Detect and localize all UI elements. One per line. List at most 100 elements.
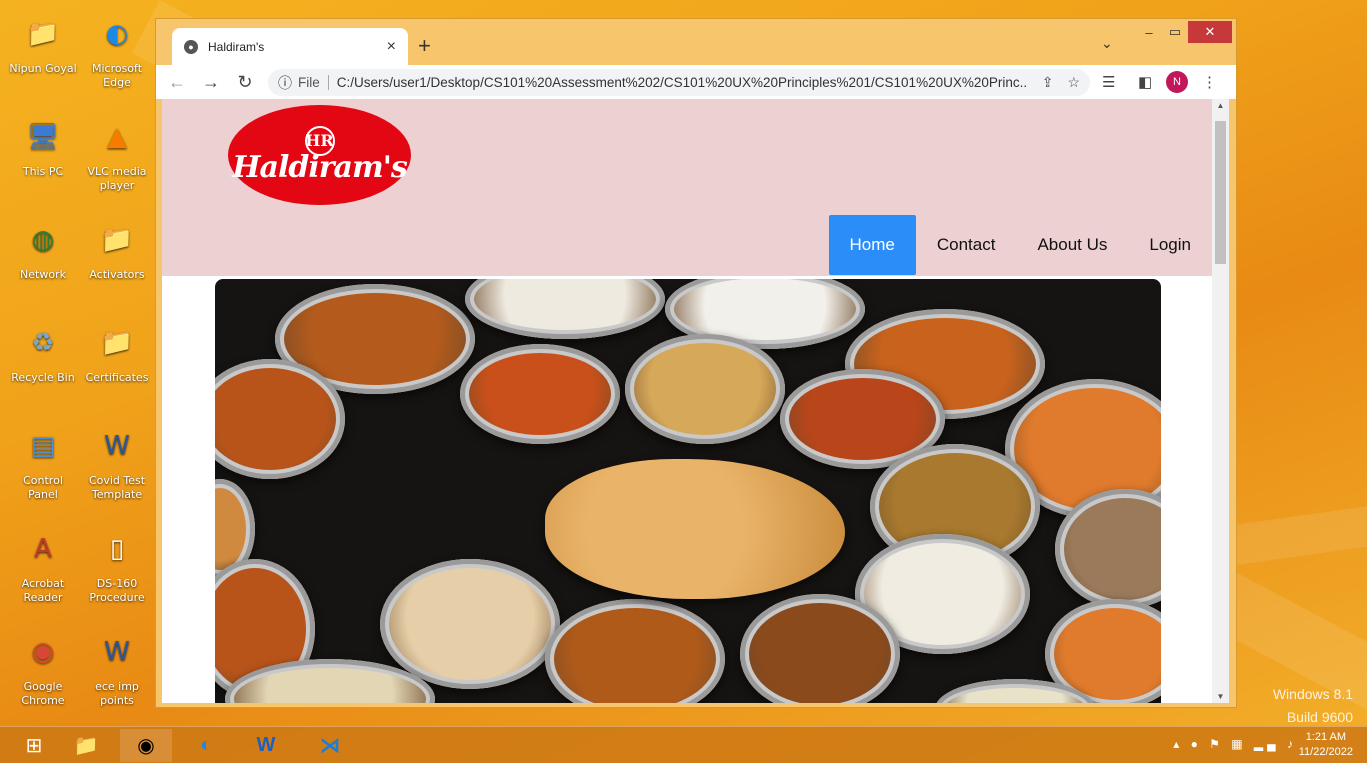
share-icon[interactable]: ⇪	[1042, 74, 1054, 91]
user-folder-icon: 📁	[26, 19, 60, 49]
scrollbar-thumb[interactable]	[1215, 121, 1226, 264]
desktop-icon[interactable]: ◐ Microsoft Edge	[82, 10, 152, 90]
browser-window: ● Haldiram's × + ⌄ – ▭ ✕ ← → ↻ ⓘ File C:…	[155, 18, 1237, 708]
food-bowl	[625, 334, 785, 444]
desktop-icon[interactable]: ▤ Control Panel	[8, 422, 78, 502]
word-doc-icon: W	[104, 637, 130, 667]
chrome-icon: ◉	[31, 637, 55, 667]
page-viewport: HR Haldiram's Home Contact About Us Login	[162, 99, 1212, 703]
browser-tab[interactable]: ● Haldiram's ×	[172, 28, 408, 65]
edge-taskbar-icon[interactable]: ◐	[180, 729, 232, 762]
close-window-button[interactable]: ✕	[1188, 21, 1232, 43]
desktop-icon[interactable]: 📁 Certificates	[82, 319, 152, 385]
desktop-icon-label: Acrobat Reader	[21, 577, 65, 604]
site-nav: Home Contact About Us Login	[828, 215, 1213, 275]
vertical-scrollbar[interactable]: ▲ ▼	[1212, 99, 1229, 703]
tab-search-chevron-icon[interactable]: ⌄	[1101, 35, 1113, 52]
file-explorer-icon[interactable]: 📁	[60, 729, 112, 762]
clock-date: 11/22/2022	[1298, 746, 1353, 758]
desktop-icon[interactable]: 🖥 This PC	[8, 113, 78, 179]
nav-link-home[interactable]: Home	[828, 215, 916, 275]
desktop-icon-label: Recycle Bin	[11, 371, 75, 384]
word-taskbar-icon[interactable]: W	[240, 729, 292, 762]
minimize-button[interactable]: –	[1136, 21, 1162, 43]
desktop-icon-label: Nipun Goyal	[9, 62, 77, 75]
logo-text: Haldiram's	[232, 149, 408, 185]
desktop-icon[interactable]: 📁 Activators	[82, 216, 152, 282]
haldirams-logo[interactable]: HR Haldiram's	[228, 105, 411, 205]
recycle-bin-icon: ♻	[31, 328, 55, 358]
nav-link-contact[interactable]: Contact	[916, 215, 1017, 275]
desktop-icon-label: Covid Test Template	[88, 474, 146, 501]
desktop-icon-label: VLC media player	[87, 165, 147, 192]
clock-time: 1:21 AM	[1305, 731, 1347, 743]
star-icon[interactable]: ☆	[1067, 74, 1080, 91]
reading-list-icon[interactable]: ☰	[1102, 65, 1115, 99]
info-icon[interactable]: ⓘ	[278, 73, 292, 93]
windows-watermark-line1: Windows 8.1	[1272, 686, 1353, 702]
folder-icon: 📁	[100, 328, 134, 358]
taskbar: ⊞ 📁 ◉ ◐ W ⋊ ▴ ● ⚑ ▦ ▂▄ ♪ 1:21 AM 11/22/2…	[0, 726, 1367, 763]
tab-title: Haldiram's	[208, 39, 265, 54]
scroll-up-icon[interactable]: ▲	[1212, 101, 1229, 110]
desktop-icon-label: DS-160 Procedure	[89, 577, 145, 604]
address-url[interactable]: C:/Users/user1/Desktop/CS101%20Assessmen…	[337, 75, 1028, 90]
address-bar[interactable]: ⓘ File C:/Users/user1/Desktop/CS101%20As…	[268, 69, 1090, 96]
desktop-icon[interactable]: ▲ VLC media player	[82, 113, 152, 193]
site-header: HR Haldiram's Home Contact About Us Login	[162, 99, 1212, 276]
folder-icon: 📁	[100, 225, 134, 255]
browser-toolbar: ← → ↻ ⓘ File C:/Users/user1/Desktop/CS10…	[156, 65, 1236, 99]
network-icon: ◍	[31, 225, 55, 255]
maximize-button[interactable]: ▭	[1162, 21, 1188, 43]
profile-avatar[interactable]: N	[1166, 71, 1188, 93]
taskbar-clock[interactable]: 1:21 AM 11/22/2022	[1299, 730, 1353, 760]
desktop-icon-label: Control Panel	[23, 474, 63, 501]
tab-close-icon[interactable]: ×	[387, 38, 396, 56]
globe-icon: ●	[184, 39, 198, 54]
side-panel-icon[interactable]: ◧	[1138, 65, 1152, 99]
paratha	[545, 459, 845, 599]
control-panel-icon: ▤	[30, 431, 56, 461]
desktop-icon-label: ece imp points	[95, 680, 139, 707]
new-tab-button[interactable]: +	[418, 33, 431, 59]
reload-icon[interactable]: ↻	[232, 72, 258, 93]
food-bowl	[380, 559, 560, 689]
food-bowl	[545, 599, 725, 703]
desktop-icon-label: Certificates	[85, 371, 149, 384]
desktop-icon-label: This PC	[22, 165, 64, 178]
desktop-icon[interactable]: ♻ Recycle Bin	[8, 319, 78, 385]
menu-kebab-icon[interactable]: ⋮	[1202, 65, 1217, 99]
back-arrow-icon[interactable]: ←	[164, 72, 190, 93]
windows-watermark-line2: Build 9600	[1286, 709, 1353, 725]
computer-icon: 🖥	[26, 122, 60, 152]
tab-bar: ● Haldiram's × + ⌄ – ▭ ✕	[156, 19, 1236, 65]
nav-link-login[interactable]: Login	[1128, 215, 1212, 275]
desktop-icon[interactable]: ▯ DS-160 Procedure	[82, 525, 152, 605]
scroll-down-icon[interactable]: ▼	[1212, 692, 1229, 701]
vscode-taskbar-icon[interactable]: ⋊	[304, 729, 356, 762]
desktop-icon[interactable]: 📁 Nipun Goyal	[8, 10, 78, 76]
desktop-icon-label: Google Chrome	[21, 680, 65, 707]
desktop-icon-label: Activators	[89, 268, 145, 281]
document-icon: ▯	[109, 534, 125, 564]
food-bowl	[740, 594, 900, 703]
system-tray-icons[interactable]: ▴ ● ⚑ ▦ ▂▄ ♪	[1173, 737, 1297, 751]
desktop-icon[interactable]: ◍ Network	[8, 216, 78, 282]
word-doc-icon: W	[104, 431, 130, 461]
start-windows-icon[interactable]: ⊞	[8, 729, 60, 762]
edge-icon: ◐	[105, 19, 129, 49]
desktop-icon[interactable]: A Acrobat Reader	[8, 525, 78, 605]
vlc-icon: ▲	[107, 122, 127, 152]
address-scheme: File	[298, 75, 329, 90]
desktop-icon[interactable]: ◉ Google Chrome	[8, 628, 78, 708]
desktop-icon[interactable]: Wece imp points	[82, 628, 152, 708]
forward-arrow-icon[interactable]: →	[198, 72, 224, 93]
nav-link-about-us[interactable]: About Us	[1016, 215, 1128, 275]
desktop-icon[interactable]: W Covid Test Template	[82, 422, 152, 502]
desktop-icon-label: Network	[20, 268, 66, 281]
food-bowl	[465, 279, 665, 339]
acrobat-icon: A	[34, 534, 52, 564]
chrome-taskbar-icon[interactable]: ◉	[120, 729, 172, 762]
hero-food-image	[215, 279, 1161, 703]
food-bowl	[460, 344, 620, 444]
